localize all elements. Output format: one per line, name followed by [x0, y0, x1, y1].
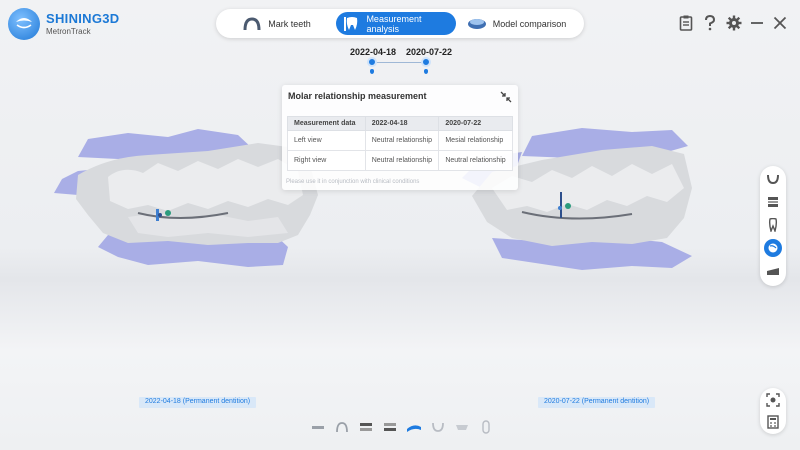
table-cell: Neutral relationship — [438, 150, 513, 171]
main-tabbar: Mark teeth Measurement analysis Model co… — [216, 9, 584, 38]
minimize-icon[interactable] — [748, 14, 766, 32]
table-row: Left view Neutral relationship Mesial re… — [287, 130, 513, 151]
panel-title: Molar relationship measurement — [288, 91, 427, 101]
cut-view-icon[interactable] — [764, 239, 782, 257]
collapse-icon[interactable] — [500, 90, 512, 103]
tab-measurement-analysis[interactable]: Measurement analysis — [336, 12, 456, 35]
lower-arch-icon[interactable] — [426, 418, 450, 436]
timeline-drop-1 — [370, 69, 374, 74]
table-cell: Left view — [287, 130, 366, 151]
front-view-icon[interactable] — [306, 418, 330, 436]
tooth-arch-icon — [241, 16, 263, 32]
tooth-icon[interactable] — [764, 216, 782, 234]
model-label-right: 2020-07-22 (Permanent dentition) — [538, 397, 656, 408]
section-icon[interactable] — [764, 262, 782, 280]
table-header: 2020-07-22 — [438, 116, 513, 131]
settings-icon[interactable] — [725, 14, 743, 32]
tab-mark-teeth-label: Mark teeth — [268, 18, 311, 29]
timeline-drop-2 — [424, 69, 428, 74]
report-icon[interactable] — [677, 14, 695, 32]
app-logo: SHINING3D MetronTrack — [8, 8, 120, 40]
occlusal-layers-icon[interactable] — [764, 193, 782, 211]
tab-measurement-analysis-label: Measurement analysis — [366, 13, 422, 34]
table-row: Right view Neutral relationship Neutral … — [287, 150, 513, 171]
tooth-ruler-icon — [342, 16, 361, 32]
timeline-marker-1[interactable] — [367, 57, 377, 67]
upper-arch-icon[interactable] — [450, 418, 474, 436]
table-cell: Neutral relationship — [364, 130, 440, 151]
timeline-date-2: 2020-07-22 — [406, 47, 453, 57]
timeline-date-1: 2022-04-18 — [350, 47, 397, 57]
layer-view-2-icon[interactable] — [378, 418, 402, 436]
tab-mark-teeth[interactable]: Mark teeth — [220, 12, 336, 35]
table-header: 2022-04-18 — [364, 116, 440, 131]
tab-model-comparison-label: Model comparison — [492, 18, 567, 29]
table-cell: Neutral relationship — [364, 150, 440, 171]
tab-model-comparison[interactable]: Model comparison — [456, 12, 580, 35]
model-label-left: 2022-04-18 (Permanent dentition) — [139, 397, 257, 408]
occlusal-view-icon[interactable] — [402, 418, 426, 436]
table-cell: Mesial relationship — [438, 130, 513, 151]
product-name: MetronTrack — [46, 27, 91, 36]
side-view-icon[interactable] — [474, 418, 498, 436]
right-bottom-toolbar — [760, 388, 786, 434]
timeline-marker-2[interactable] — [421, 57, 431, 67]
bottom-view-toolbar — [306, 418, 498, 436]
layer-view-icon[interactable] — [354, 418, 378, 436]
brand-name: SHINING3D — [46, 11, 120, 26]
timeline-line — [372, 62, 426, 63]
measurement-table: Measurement data 2022-04-18 2020-07-22 L… — [287, 116, 513, 171]
fit-view-icon[interactable] — [764, 391, 782, 409]
right-toolbar — [760, 166, 786, 286]
close-icon[interactable] — [771, 14, 789, 32]
calculator-icon[interactable] — [764, 413, 782, 431]
arch-icon[interactable] — [764, 170, 782, 188]
model-compare-icon — [466, 16, 488, 32]
arch-view-icon[interactable] — [330, 418, 354, 436]
table-cell: Right view — [287, 150, 366, 171]
logo-icon — [8, 8, 40, 40]
help-icon[interactable] — [701, 14, 719, 32]
clinical-note: Please use it in conjunction with clinic… — [286, 179, 420, 185]
molar-measurement-panel: Molar relationship measurement Measureme… — [282, 85, 518, 190]
table-header: Measurement data — [287, 116, 366, 131]
